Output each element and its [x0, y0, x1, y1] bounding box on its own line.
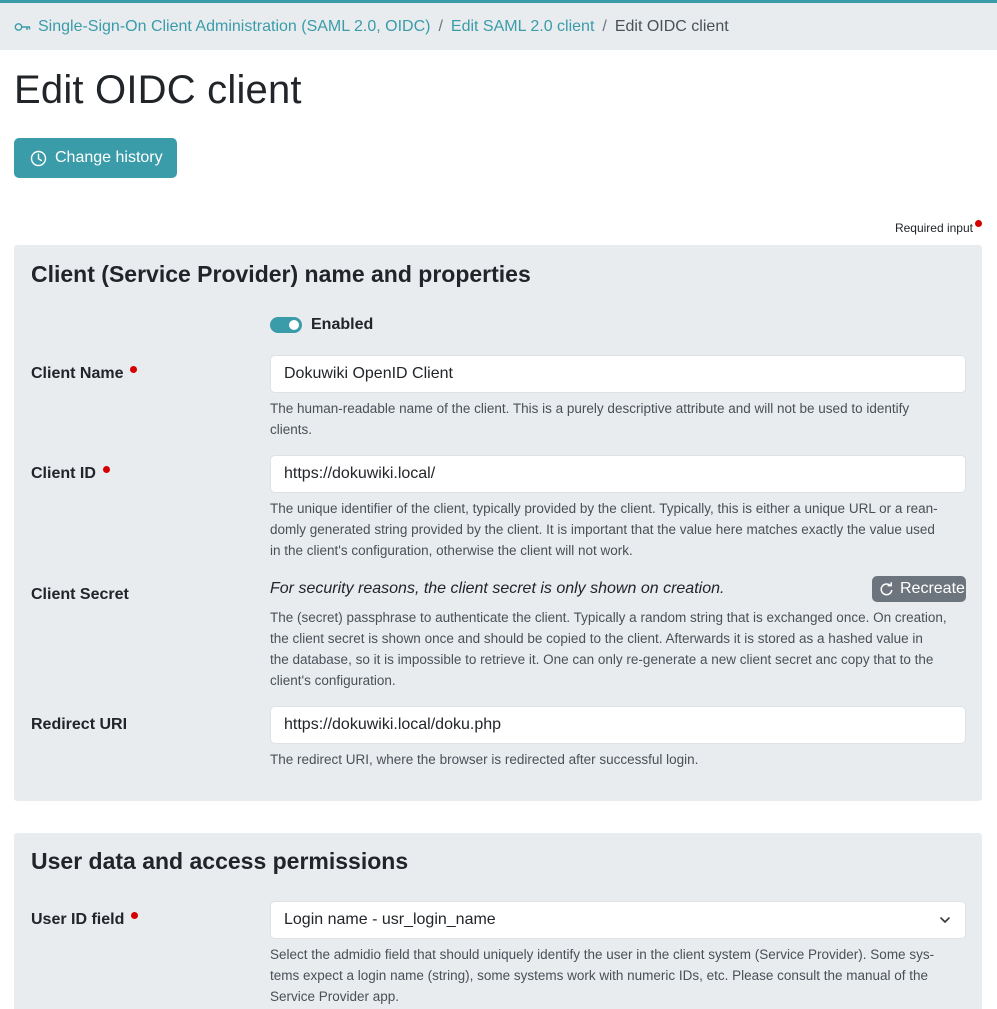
section-title: User data and access permissions [31, 848, 409, 874]
user-id-field-label: User ID field [31, 911, 139, 929]
help-line: The (secret) passphrase to authenticate … [270, 610, 947, 625]
page-title: Edit OIDC client [14, 68, 302, 112]
client-secret-label: Client Secret [31, 586, 129, 604]
required-indicator-icon [131, 912, 139, 919]
redirect-uri-label: Redirect URI [31, 716, 127, 734]
clock-history-icon [30, 150, 47, 167]
breadcrumb-separator: / [438, 17, 443, 35]
redirect-uri-value: https://dokuwiki.local/doku.php [284, 716, 502, 733]
required-indicator-icon [975, 220, 982, 227]
help-line: domly generated string provided by the c… [270, 522, 935, 537]
user-id-field-value: Login name - usr_login_name [284, 911, 496, 928]
breadcrumb-separator: / [602, 17, 607, 35]
help-line: in the client's configuration, otherwise… [270, 543, 633, 558]
chevron-down-icon [939, 913, 951, 931]
client-name-label: Client Name [31, 365, 138, 383]
required-indicator-icon [130, 366, 138, 373]
help-line: The human-readable name of the client. T… [270, 401, 910, 416]
help-line: the database, so it is impossible to ret… [270, 652, 934, 667]
user-id-field-label-text: User ID field [31, 911, 125, 928]
recreate-secret-button[interactable]: Recreate [872, 576, 966, 602]
breadcrumb-current: Edit OIDC client [614, 17, 729, 35]
user-id-field-select[interactable]: Login name - usr_login_name [270, 901, 966, 939]
client-name-help: The human-readable name of the client. T… [270, 398, 966, 440]
enabled-label: Enabled [311, 316, 374, 333]
breadcrumb-link-sso-admin[interactable]: Single-Sign-On Client Administration (SA… [38, 18, 430, 36]
client-id-input[interactable]: https://dokuwiki.local/ [270, 455, 966, 493]
toggle-knob [289, 320, 299, 330]
enabled-toggle[interactable] [270, 317, 302, 333]
help-line: Select the admidio field that should uni… [270, 947, 935, 962]
help-line: The redirect URI, where the browser is r… [270, 752, 699, 767]
redirect-uri-input[interactable]: https://dokuwiki.local/doku.php [270, 706, 966, 744]
help-line: tems expect a login name (string), some … [270, 968, 929, 983]
client-name-label-text: Client Name [31, 365, 124, 382]
client-name-value: Dokuwiki OpenID Client [284, 365, 453, 382]
required-input-note: Required input [894, 220, 982, 235]
required-indicator-icon [102, 466, 110, 473]
key-icon [14, 22, 31, 32]
client-id-help: The unique identifier of the client, typ… [270, 498, 966, 561]
section-title: Client (Service Provider) name and prope… [31, 261, 531, 287]
required-input-label: Required input [894, 221, 973, 235]
client-secret-label-text: Client Secret [31, 586, 129, 603]
breadcrumb-link-edit-saml[interactable]: Edit SAML 2.0 client [451, 18, 594, 36]
refresh-icon [879, 581, 894, 597]
user-id-field-help: Select the admidio field that should uni… [270, 944, 966, 1007]
client-id-value: https://dokuwiki.local/ [284, 465, 436, 482]
help-line: the client secret is shown once and shou… [270, 631, 923, 646]
change-history-label: Change history [55, 149, 163, 166]
help-line: client's configuration. [270, 673, 396, 688]
client-properties-card: Client (Service Provider) name and prope… [14, 245, 982, 801]
client-id-label: Client ID [31, 465, 110, 483]
redirect-uri-help: The redirect URI, where the browser is r… [270, 749, 966, 770]
help-line: Service Provider app. [270, 989, 400, 1004]
client-name-input[interactable]: Dokuwiki OpenID Client [270, 355, 966, 393]
client-secret-help: The (secret) passphrase to authenticate … [270, 607, 966, 691]
change-history-button[interactable]: Change history [14, 138, 177, 178]
client-secret-note: For security reasons, the client secret … [270, 580, 725, 597]
client-id-label-text: Client ID [31, 465, 96, 482]
help-line: The unique identifier of the client, typ… [270, 501, 938, 516]
breadcrumb: Single-Sign-On Client Administration (SA… [0, 3, 997, 50]
user-data-card: User data and access permissions User ID… [14, 833, 982, 1009]
help-line: clients. [270, 422, 313, 437]
redirect-uri-label-text: Redirect URI [31, 716, 128, 733]
recreate-label: Recreate [900, 580, 965, 597]
